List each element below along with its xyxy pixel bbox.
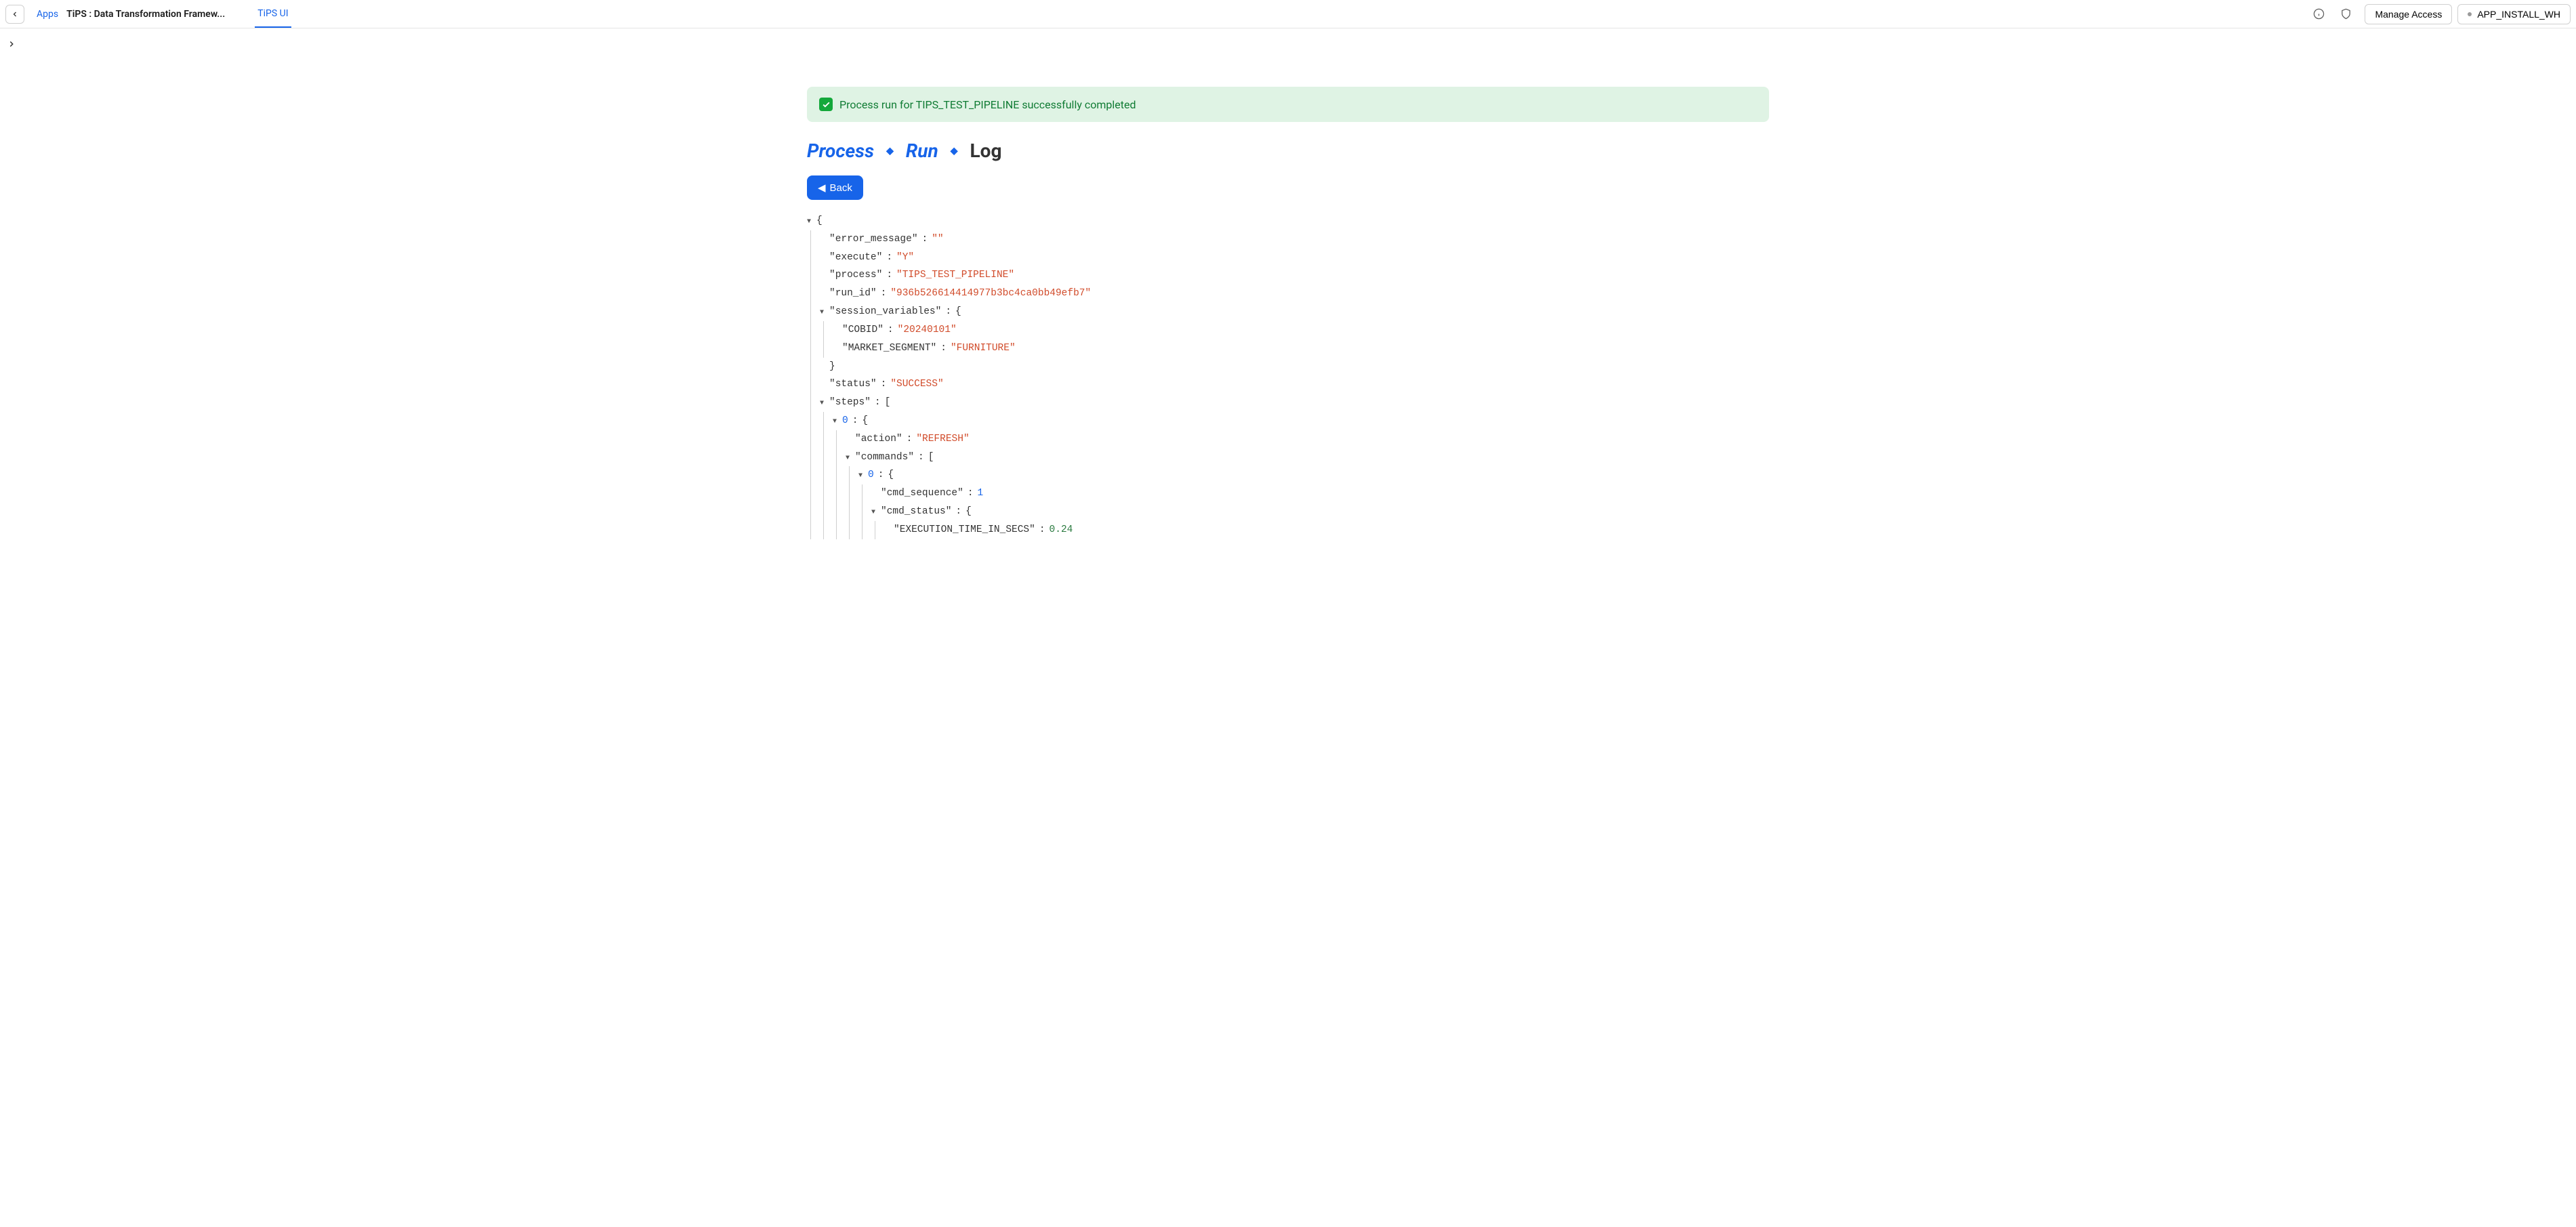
info-icon[interactable] — [2312, 7, 2325, 21]
json-value: "SUCCESS" — [890, 375, 943, 394]
chevron-left-icon — [11, 10, 19, 18]
nav-back-button[interactable] — [5, 5, 24, 24]
json-value: "" — [932, 230, 943, 249]
page-breadcrumb: Process ◆ Run ◆ Log — [807, 140, 1769, 162]
shield-icon[interactable] — [2339, 7, 2352, 21]
json-key: "COBID" — [842, 321, 884, 339]
json-key: "status" — [829, 375, 877, 394]
json-key: "execute" — [829, 249, 882, 267]
diamond-icon: ◆ — [951, 146, 958, 157]
json-key: "error_message" — [829, 230, 918, 249]
caret-down-icon[interactable]: ▼ — [820, 303, 828, 320]
breadcrumb-title: TiPS : Data Transformation Framew... — [62, 9, 229, 20]
json-key: "action" — [855, 430, 902, 449]
json-value: 0.24 — [1050, 521, 1073, 539]
json-key: "EXECUTION_TIME_IN_SECS" — [894, 521, 1035, 539]
back-button[interactable]: ◀ Back — [807, 175, 863, 200]
json-key: "cmd_status" — [881, 503, 951, 521]
check-icon — [819, 98, 833, 111]
json-value: "REFRESH" — [916, 430, 969, 449]
warehouse-selector[interactable]: APP_INSTALL_WH — [2457, 4, 2571, 24]
json-brace: } — [829, 358, 835, 376]
caret-down-icon[interactable]: ▼ — [820, 394, 828, 411]
crumb-log: Log — [970, 140, 1002, 162]
json-key: "MARKET_SEGMENT" — [842, 339, 936, 358]
caret-down-icon[interactable]: ▼ — [846, 449, 854, 465]
crumb-process[interactable]: Process — [807, 140, 874, 162]
json-key: "process" — [829, 266, 882, 285]
json-value: "20240101" — [898, 321, 957, 339]
triangle-left-icon: ◀ — [818, 182, 826, 194]
json-brace: { — [816, 212, 823, 230]
expand-sidebar-button[interactable] — [7, 39, 19, 51]
main-content: Process run for TIPS_TEST_PIPELINE succe… — [780, 28, 1796, 566]
diamond-icon: ◆ — [886, 146, 894, 157]
topbar: Apps TiPS : Data Transformation Framew..… — [0, 0, 2576, 28]
caret-down-icon[interactable]: ▼ — [833, 412, 841, 429]
json-log-viewer: ▼{ "error_message":"" "execute":"Y" "pro… — [807, 212, 1769, 539]
status-dot-icon — [2468, 12, 2472, 16]
caret-down-icon[interactable]: ▼ — [871, 503, 879, 520]
json-key: "cmd_sequence" — [881, 484, 963, 503]
json-key: "session_variables" — [829, 303, 941, 321]
warehouse-label: APP_INSTALL_WH — [2477, 9, 2560, 20]
caret-down-icon[interactable]: ▼ — [807, 212, 815, 229]
breadcrumb-apps[interactable]: Apps — [33, 9, 62, 20]
crumb-run[interactable]: Run — [906, 140, 938, 162]
success-alert: Process run for TIPS_TEST_PIPELINE succe… — [807, 87, 1769, 122]
caret-down-icon[interactable]: ▼ — [858, 466, 867, 483]
json-value: "936b526614414977b3bc4ca0bb49efb7" — [890, 285, 1091, 303]
back-button-label: Back — [830, 182, 852, 194]
tab-tips-ui[interactable]: TiPS UI — [255, 1, 291, 28]
json-value: 1 — [978, 484, 984, 503]
json-index: 0 — [868, 466, 874, 484]
json-index: 0 — [842, 412, 848, 430]
json-key: "commands" — [855, 449, 914, 467]
manage-access-button[interactable]: Manage Access — [2365, 4, 2452, 24]
json-value: "FURNITURE" — [951, 339, 1016, 358]
json-value: "Y" — [896, 249, 914, 267]
json-key: "run_id" — [829, 285, 877, 303]
alert-text: Process run for TIPS_TEST_PIPELINE succe… — [839, 98, 1136, 111]
json-value: "TIPS_TEST_PIPELINE" — [896, 266, 1014, 285]
json-key: "steps" — [829, 394, 871, 412]
